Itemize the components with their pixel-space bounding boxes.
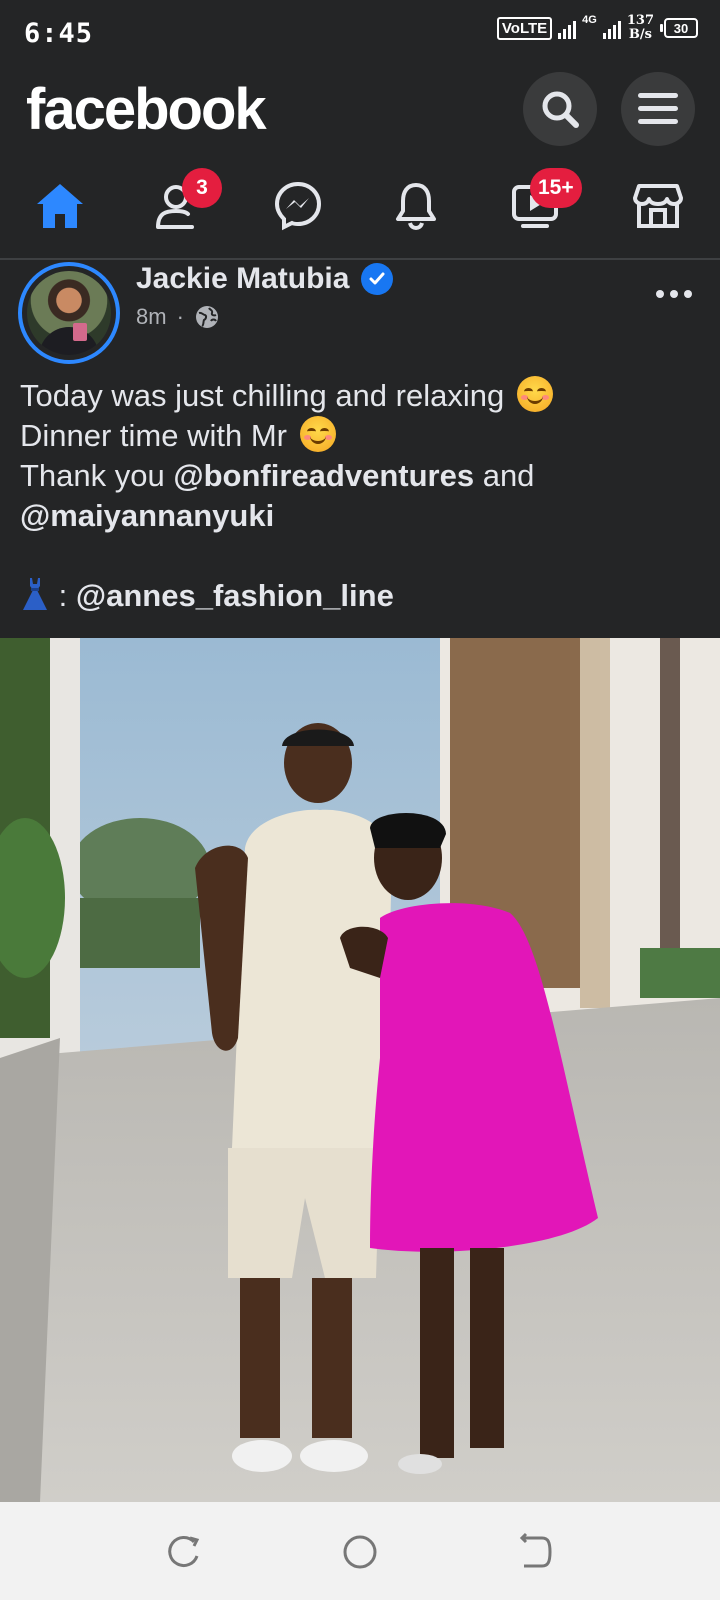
more-dot-icon [684,290,692,298]
status-bar: 6:45 VoLTE 4G 137 B/s 30 [0,0,720,70]
avatar-story-ring[interactable] [18,262,120,364]
recents-button-icon[interactable] [164,1532,204,1572]
tab-friends[interactable]: 3 [120,160,240,252]
search-icon [542,91,579,128]
tab-messenger[interactable] [238,160,358,252]
smiling-face-emoji-icon [516,376,553,412]
post-line-1: Today was just chilling and relaxing [20,376,700,416]
post-options-button[interactable] [656,290,692,298]
home-icon [37,184,83,228]
home-button-icon[interactable] [340,1532,380,1572]
more-dot-icon [670,290,678,298]
globe-icon [195,306,218,328]
mention-annes-fashion-line[interactable]: @annes_fashion_line [76,578,394,613]
post-header: Jackie Matubia 8m · [0,262,720,364]
tab-watch[interactable]: 15+ [476,160,596,252]
post-line-5: : @annes_fashion_line [20,576,700,616]
search-button[interactable] [523,72,597,146]
status-icons: VoLTE 4G 137 B/s 30 [496,14,698,42]
dress-prefix: : [58,578,68,613]
post-time[interactable]: 8m [136,304,167,330]
facebook-logo: facebook [26,77,267,142]
post-line-3-mid: and [482,458,535,493]
speed-unit: B/s [628,27,652,42]
battery-icon: 30 [660,18,698,38]
dress-emoji-icon [23,578,47,610]
bell-icon [396,183,436,231]
post-body: Today was just chilling and relaxing Din… [20,376,700,616]
marketplace-icon [633,184,683,228]
messenger-icon [274,181,322,231]
author-name[interactable]: Jackie Matubia [136,262,349,296]
network-type: 4G [582,14,597,26]
menu-button[interactable] [621,72,695,146]
avatar [27,271,111,355]
network-speed: 137 B/s [627,14,654,42]
verified-badge-icon [361,263,394,295]
smiling-face-emoji-icon [299,416,336,452]
post-line-2-text: Dinner time with Mr [20,418,287,453]
post-line-4: @maiyannanyuki [20,496,700,536]
tab-notifications[interactable] [356,160,476,252]
mention-maiyannanyuki[interactable]: @maiyannanyuki [20,498,274,533]
back-button-icon[interactable] [516,1532,556,1572]
post-photo[interactable] [0,638,720,1502]
mention-bonfireadventures[interactable]: @bonfireadventures [173,458,474,493]
system-navigation-bar [0,1502,720,1600]
volte-indicator: VoLTE [496,16,553,40]
couple-photo-illustration [0,638,720,1502]
speed-value: 137 [626,13,654,28]
watch-badge: 15+ [530,168,582,208]
tab-home[interactable] [0,160,120,252]
menu-icon [638,93,678,124]
signal-icon [558,17,577,39]
post-author[interactable]: Jackie Matubia [136,262,394,296]
post-line-3: Thank you @bonfireadventures and [20,456,700,496]
tab-marketplace[interactable] [598,160,718,252]
signal-icon-2 [602,17,621,39]
post-meta: 8m · [136,304,220,330]
meta-separator: · [176,304,184,329]
more-dot-icon [656,290,664,298]
post-line-3-prefix: Thank you [20,458,165,493]
post-line-1-text: Today was just chilling and relaxing [20,378,505,413]
app-header: facebook [0,70,720,152]
post-line-2: Dinner time with Mr [20,416,700,456]
friends-badge: 3 [182,168,222,208]
status-time: 6:45 [24,18,94,49]
battery-level: 30 [664,18,698,38]
main-nav: 3 15+ [0,160,720,260]
